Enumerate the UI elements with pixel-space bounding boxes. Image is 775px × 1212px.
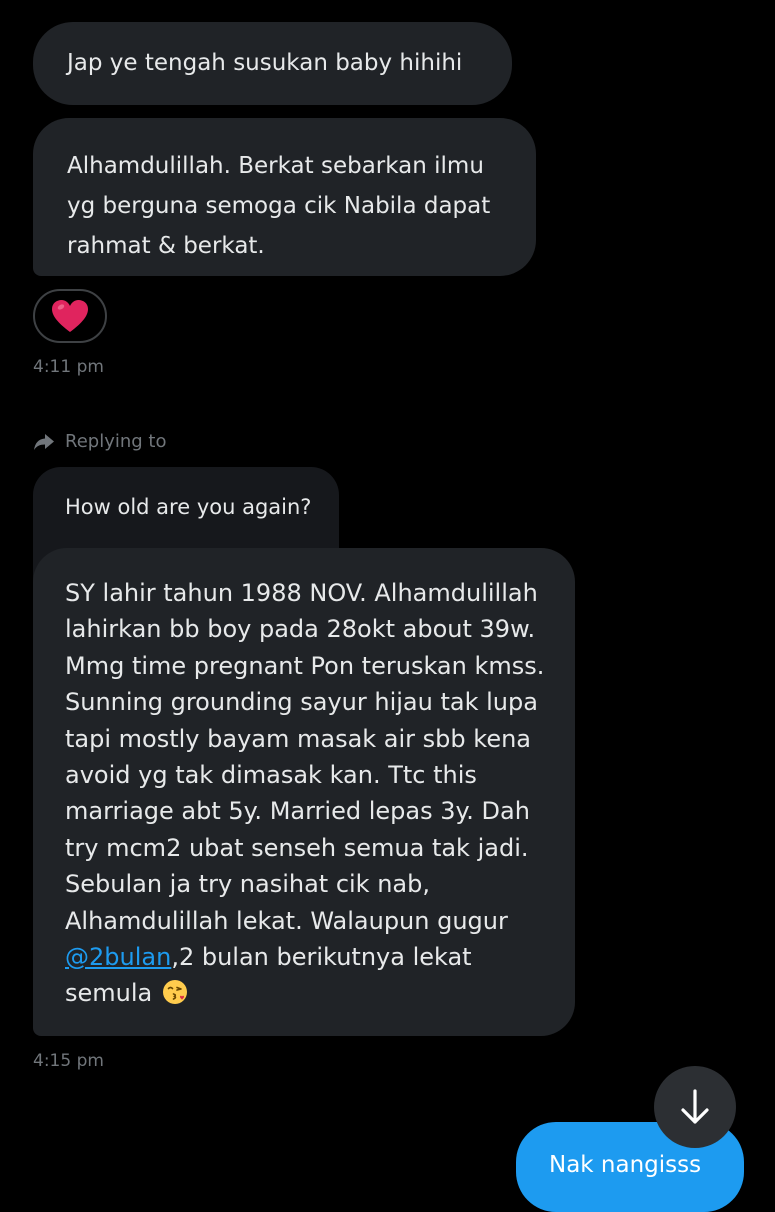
message-text: Alhamdulillah. Berkat sebarkan ilmu yg b… (67, 153, 491, 259)
mention-link[interactable]: @2bulan (65, 943, 171, 971)
scroll-to-bottom-button[interactable] (654, 1066, 736, 1148)
replying-to-label: Replying to (33, 431, 166, 452)
arrow-down-icon (681, 1089, 709, 1124)
reply-message-bubble[interactable]: SY lahir tahun 1988 NOV. Alhamdulillah l… (33, 548, 575, 1036)
message-bubble-1[interactable]: Jap ye tengah susukan baby hihihi (33, 22, 512, 105)
timestamp: 4:15 pm (33, 1051, 104, 1071)
message-text: Nak nangisss (549, 1152, 702, 1178)
reply-arrow-icon (34, 433, 54, 450)
heart-reaction[interactable] (33, 289, 107, 343)
quoted-text: How old are you again? (65, 495, 312, 519)
message-text: Jap ye tengah susukan baby hihihi (67, 50, 463, 76)
timestamp: 4:11 pm (33, 357, 104, 377)
kissing-face-icon (162, 980, 187, 1005)
message-bubble-2[interactable]: Alhamdulillah. Berkat sebarkan ilmu yg b… (33, 118, 536, 276)
heart-icon (52, 300, 88, 332)
replying-to-text: Replying to (65, 431, 167, 452)
message-text: SY lahir tahun 1988 NOV. Alhamdulillah l… (65, 579, 545, 935)
